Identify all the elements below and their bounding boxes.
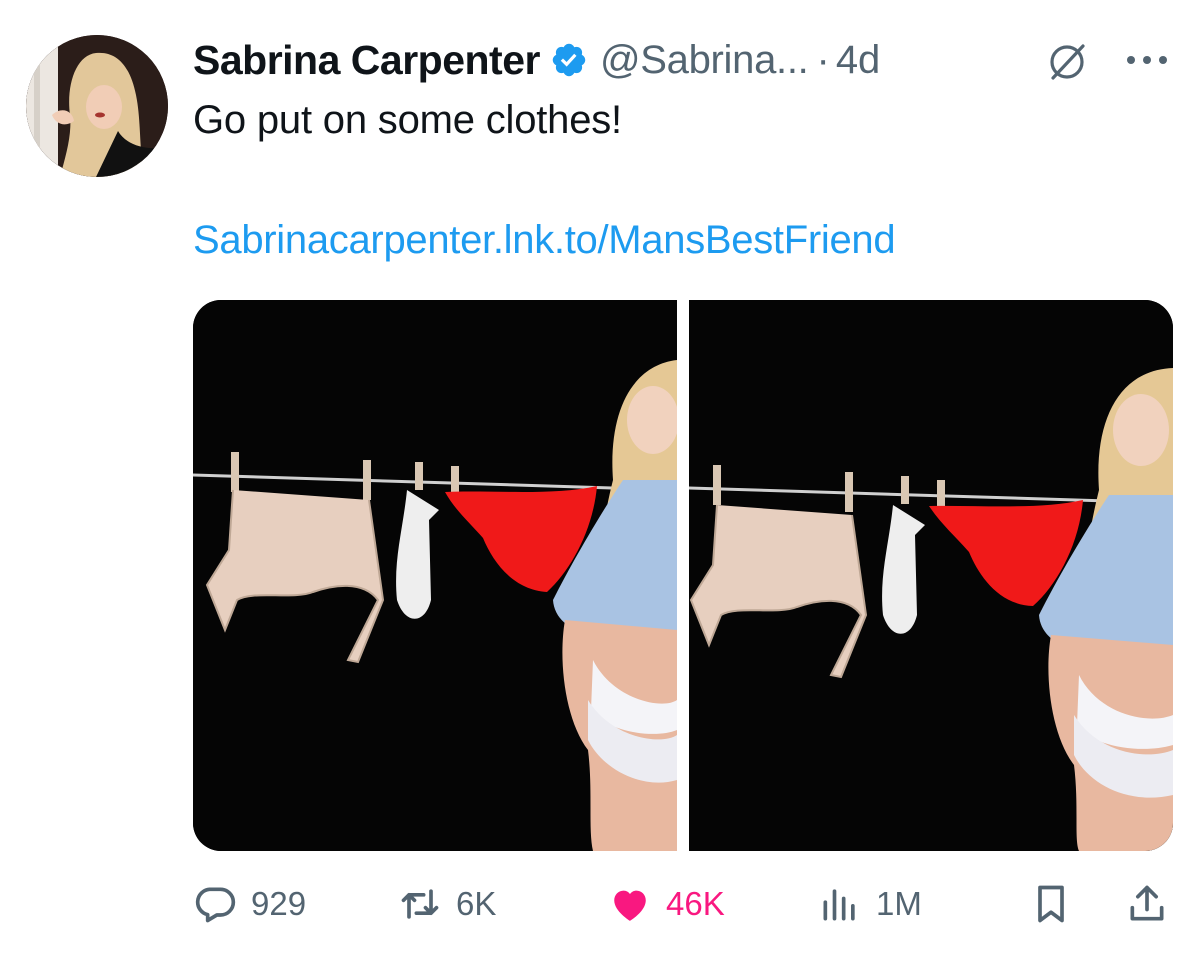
media-image-right[interactable] — [689, 300, 1173, 851]
tweet-link[interactable]: Sabrinacarpenter.lnk.to/MansBestFriend — [193, 218, 896, 263]
media-grid — [193, 300, 1173, 851]
more-icon[interactable] — [1124, 50, 1170, 70]
retweet-button[interactable]: 6K — [398, 878, 496, 930]
tweet-header: Sabrina Carpenter @Sabrina... · 4d — [193, 34, 880, 86]
media-image-left[interactable] — [193, 300, 677, 851]
timestamp[interactable]: 4d — [836, 38, 881, 83]
bookmark-icon — [1038, 885, 1064, 923]
views-button[interactable]: 1M — [818, 878, 922, 930]
reply-icon — [195, 887, 236, 923]
retweet-icon — [401, 889, 439, 919]
share-button[interactable] — [1125, 878, 1169, 930]
action-bar: 929 6K 46K 1M — [193, 878, 1173, 930]
like-icon — [614, 890, 646, 921]
handle[interactable]: @Sabrina... — [600, 38, 809, 83]
views-count: 1M — [876, 885, 922, 922]
tweet-text: Go put on some clothes! — [193, 98, 622, 142]
bookmark-button[interactable] — [1029, 878, 1073, 930]
like-count: 46K — [666, 885, 725, 922]
reply-button[interactable]: 929 — [193, 878, 306, 930]
display-name[interactable]: Sabrina Carpenter — [193, 37, 540, 84]
share-icon — [1130, 885, 1164, 921]
separator-dot: · — [816, 37, 830, 82]
retweet-count: 6K — [456, 885, 497, 922]
verified-badge-icon[interactable] — [550, 41, 588, 79]
grok-icon[interactable] — [1045, 40, 1089, 84]
avatar[interactable] — [26, 35, 168, 177]
views-icon — [823, 889, 855, 921]
like-button[interactable]: 46K — [608, 878, 725, 930]
reply-count: 929 — [251, 885, 307, 922]
avatar-image — [26, 35, 168, 177]
